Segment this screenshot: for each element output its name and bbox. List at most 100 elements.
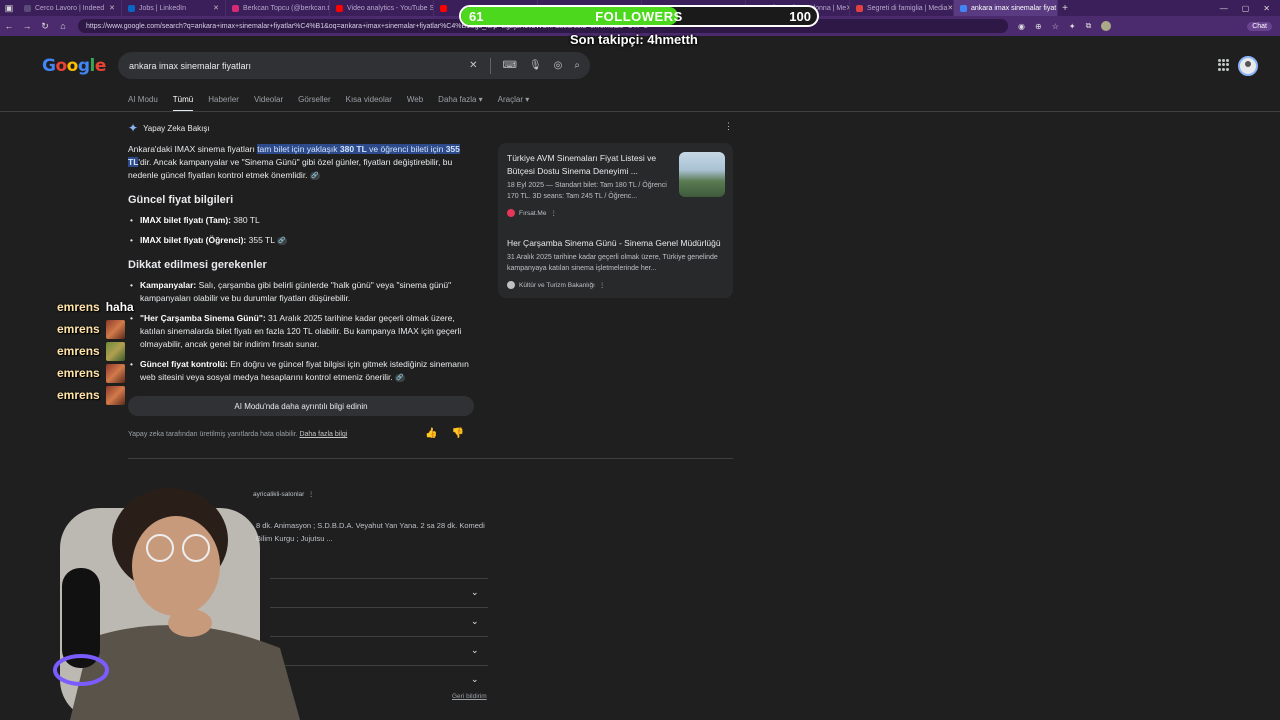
- source-snippet-2: 31 Aralık 2025 tarihine kadar geçerli ol…: [507, 254, 718, 272]
- search-tab[interactable]: Kısa videolar: [346, 95, 392, 112]
- reload-icon[interactable]: ↻: [36, 21, 54, 32]
- chevron-down-icon[interactable]: ⌄: [471, 645, 479, 656]
- paa-divider: [270, 607, 488, 608]
- more-icon[interactable]: ⋮: [550, 209, 557, 217]
- extensions-area: ◉ ⊕ ☆ ✦ ⧉: [1018, 21, 1112, 31]
- chat-emote-icon: [105, 363, 125, 383]
- paa-divider: [270, 665, 488, 666]
- ai-mode-button[interactable]: AI Modu'nda daha ayrıntılı bilgi edinin: [128, 396, 474, 416]
- chat-username: emrens: [57, 366, 100, 380]
- keyboard-icon[interactable]: ⌨: [503, 60, 517, 71]
- source-title-2[interactable]: Her Çarşamba Sinema Günü - Sinema Genel …: [507, 237, 727, 250]
- minimize-icon[interactable]: —: [1220, 4, 1228, 13]
- chevron-down-icon[interactable]: ⌄: [471, 587, 479, 598]
- sparkle-icon: ✦: [128, 121, 139, 135]
- learn-more-link[interactable]: Daha fazla bilgi: [299, 431, 347, 438]
- account-avatar[interactable]: [1238, 56, 1258, 76]
- search-input[interactable]: ankara imax sinemalar fiyatları: [129, 61, 251, 71]
- source-title-1[interactable]: Türkiye AVM Sinemaları Fiyat Listesi ve …: [507, 152, 672, 178]
- browser-tab[interactable]: Berkcan Topcu (@berkcan.t✕: [226, 0, 330, 16]
- clear-icon[interactable]: ✕: [469, 60, 477, 71]
- microphone-icon[interactable]: 🎙: [529, 60, 542, 71]
- last-follower: Son takipçi: 4hmetth: [570, 32, 698, 47]
- followers-goal-bar: 61 FOLLOWERS 100: [459, 5, 819, 27]
- chat-message: emrens: [57, 362, 137, 384]
- more-options-icon[interactable]: ⋮: [724, 121, 733, 132]
- chevron-down-icon[interactable]: ⌄: [471, 674, 479, 685]
- lens-icon[interactable]: ◎: [554, 60, 563, 71]
- search-box[interactable]: ankara imax sinemalar fiyatları ✕ ⌨ 🎙 ◎ …: [118, 52, 590, 79]
- apps-grid-icon[interactable]: [1218, 59, 1230, 71]
- search-icon[interactable]: ⌕: [574, 60, 580, 71]
- tab-favicon-icon: [24, 4, 31, 12]
- chat-text: haha: [105, 300, 134, 314]
- search-tab[interactable]: Haberler: [208, 95, 239, 112]
- intro-text: Ankara'daki IMAX sinema fiyatları: [128, 144, 258, 154]
- search-tab[interactable]: Görseller: [298, 95, 330, 112]
- google-logo[interactable]: Google: [42, 56, 106, 76]
- source-thumbnail[interactable]: [679, 152, 725, 197]
- search-tab[interactable]: Tümü: [172, 95, 194, 112]
- ai-overview-title: Yapay Zeka Bakışı: [143, 123, 210, 133]
- tab-close-icon[interactable]: ✕: [213, 4, 219, 12]
- feedback-link[interactable]: Geri bildirim: [452, 693, 487, 700]
- browser-tab[interactable]: Cerco Lavoro | Indeed ✕: [18, 0, 122, 16]
- tab-title: Segreti di famiglia | Media: [867, 4, 948, 12]
- search-tab[interactable]: Videolar: [254, 95, 283, 112]
- site-favicon-icon: [507, 281, 515, 289]
- chat-message: emrens: [57, 318, 137, 340]
- chat-button[interactable]: Chat: [1247, 21, 1272, 31]
- search-tab[interactable]: Daha fazla ▾: [438, 95, 482, 112]
- tab-close-icon[interactable]: ✕: [947, 4, 953, 12]
- extension-icon[interactable]: ✦: [1069, 22, 1076, 31]
- browser-tab[interactable]: Segreti di famiglia | Media ✕: [850, 0, 954, 16]
- puzzle-icon[interactable]: ⧉: [1086, 21, 1092, 31]
- browser-tab[interactable]: Video analytics - YouTube S✕: [330, 0, 434, 16]
- note-cinema-day: "Her Çarşamba Sinema Günü": 31 Aralık 20…: [130, 312, 480, 351]
- chat-emote-icon: [105, 319, 125, 339]
- star-icon[interactable]: ☆: [1052, 22, 1059, 31]
- new-tab-icon[interactable]: +: [1058, 3, 1072, 14]
- link-icon[interactable]: 🔗: [395, 373, 406, 382]
- close-window-icon[interactable]: ✕: [1263, 4, 1270, 13]
- chat-username: emrens: [57, 300, 100, 314]
- chat-username: emrens: [57, 322, 100, 336]
- chat-message: emrens haha: [57, 296, 137, 318]
- maximize-icon[interactable]: ▢: [1242, 4, 1250, 13]
- source-site-1[interactable]: Fırsat.Me ⋮: [507, 209, 557, 217]
- ai-disclaimer: Yapay zeka tarafından üretilmiş yanıtlar…: [128, 431, 348, 438]
- back-icon[interactable]: ←: [0, 21, 18, 31]
- microphone: [62, 568, 100, 668]
- browser-tab[interactable]: Jobs | LinkedIn ✕: [122, 0, 226, 16]
- home-icon[interactable]: ⌂: [54, 21, 72, 31]
- search-nav-tabs: AI Modu Tümü Haberler Videolar Görseller Kısa…: [128, 95, 529, 112]
- source-snippet-1: 18 Eyl 2025 — Standart bilet: Tam 180 TL…: [507, 182, 667, 200]
- tab-title: Video analytics - YouTube S: [347, 4, 434, 12]
- tab-close-icon[interactable]: ✕: [109, 4, 115, 12]
- stream-chat: emrens haha emrens emrens emrens emrens: [57, 296, 137, 406]
- thumbs-down-icon[interactable]: 👎: [451, 428, 463, 439]
- note-price-check: Güncel fiyat kontrolü: En doğru ve günce…: [130, 358, 480, 384]
- ai-overview-intro: Ankara'daki IMAX sinema fiyatları tam bi…: [128, 143, 478, 182]
- search-tab[interactable]: Web: [407, 95, 423, 112]
- link-icon[interactable]: 🔗: [277, 236, 287, 245]
- browser-profile-icon[interactable]: [1101, 21, 1112, 31]
- thumbs-up-icon[interactable]: 👍: [425, 428, 437, 439]
- location-icon[interactable]: ◉: [1018, 22, 1025, 31]
- forward-icon[interactable]: →: [18, 21, 36, 31]
- browser-tab[interactable]: ankara imax sinemalar fiyat✕: [954, 0, 1058, 16]
- intro-text-end: 'dir. Ancak kampanyalar ve "Sinema Günü"…: [128, 157, 453, 180]
- chat-emote-icon: [105, 385, 125, 405]
- chat-message: emrens: [57, 384, 137, 406]
- price-full-item: IMAX bilet fiyatı (Tam): 380 TL: [130, 214, 480, 227]
- zoom-icon[interactable]: ⊕: [1035, 22, 1042, 31]
- paa-divider: [270, 578, 488, 579]
- more-icon[interactable]: ⋮: [599, 281, 606, 289]
- tab-favicon-icon: [856, 4, 863, 12]
- link-icon[interactable]: 🔗: [309, 171, 320, 180]
- chevron-down-icon[interactable]: ⌄: [471, 616, 479, 627]
- tab-search-icon[interactable]: ▣: [0, 3, 18, 14]
- search-tab[interactable]: Araçlar ▾: [498, 95, 530, 112]
- search-tab[interactable]: AI Modu: [128, 95, 158, 112]
- source-site-2[interactable]: Kültür ve Turizm Bakanlığı ⋮: [507, 281, 605, 289]
